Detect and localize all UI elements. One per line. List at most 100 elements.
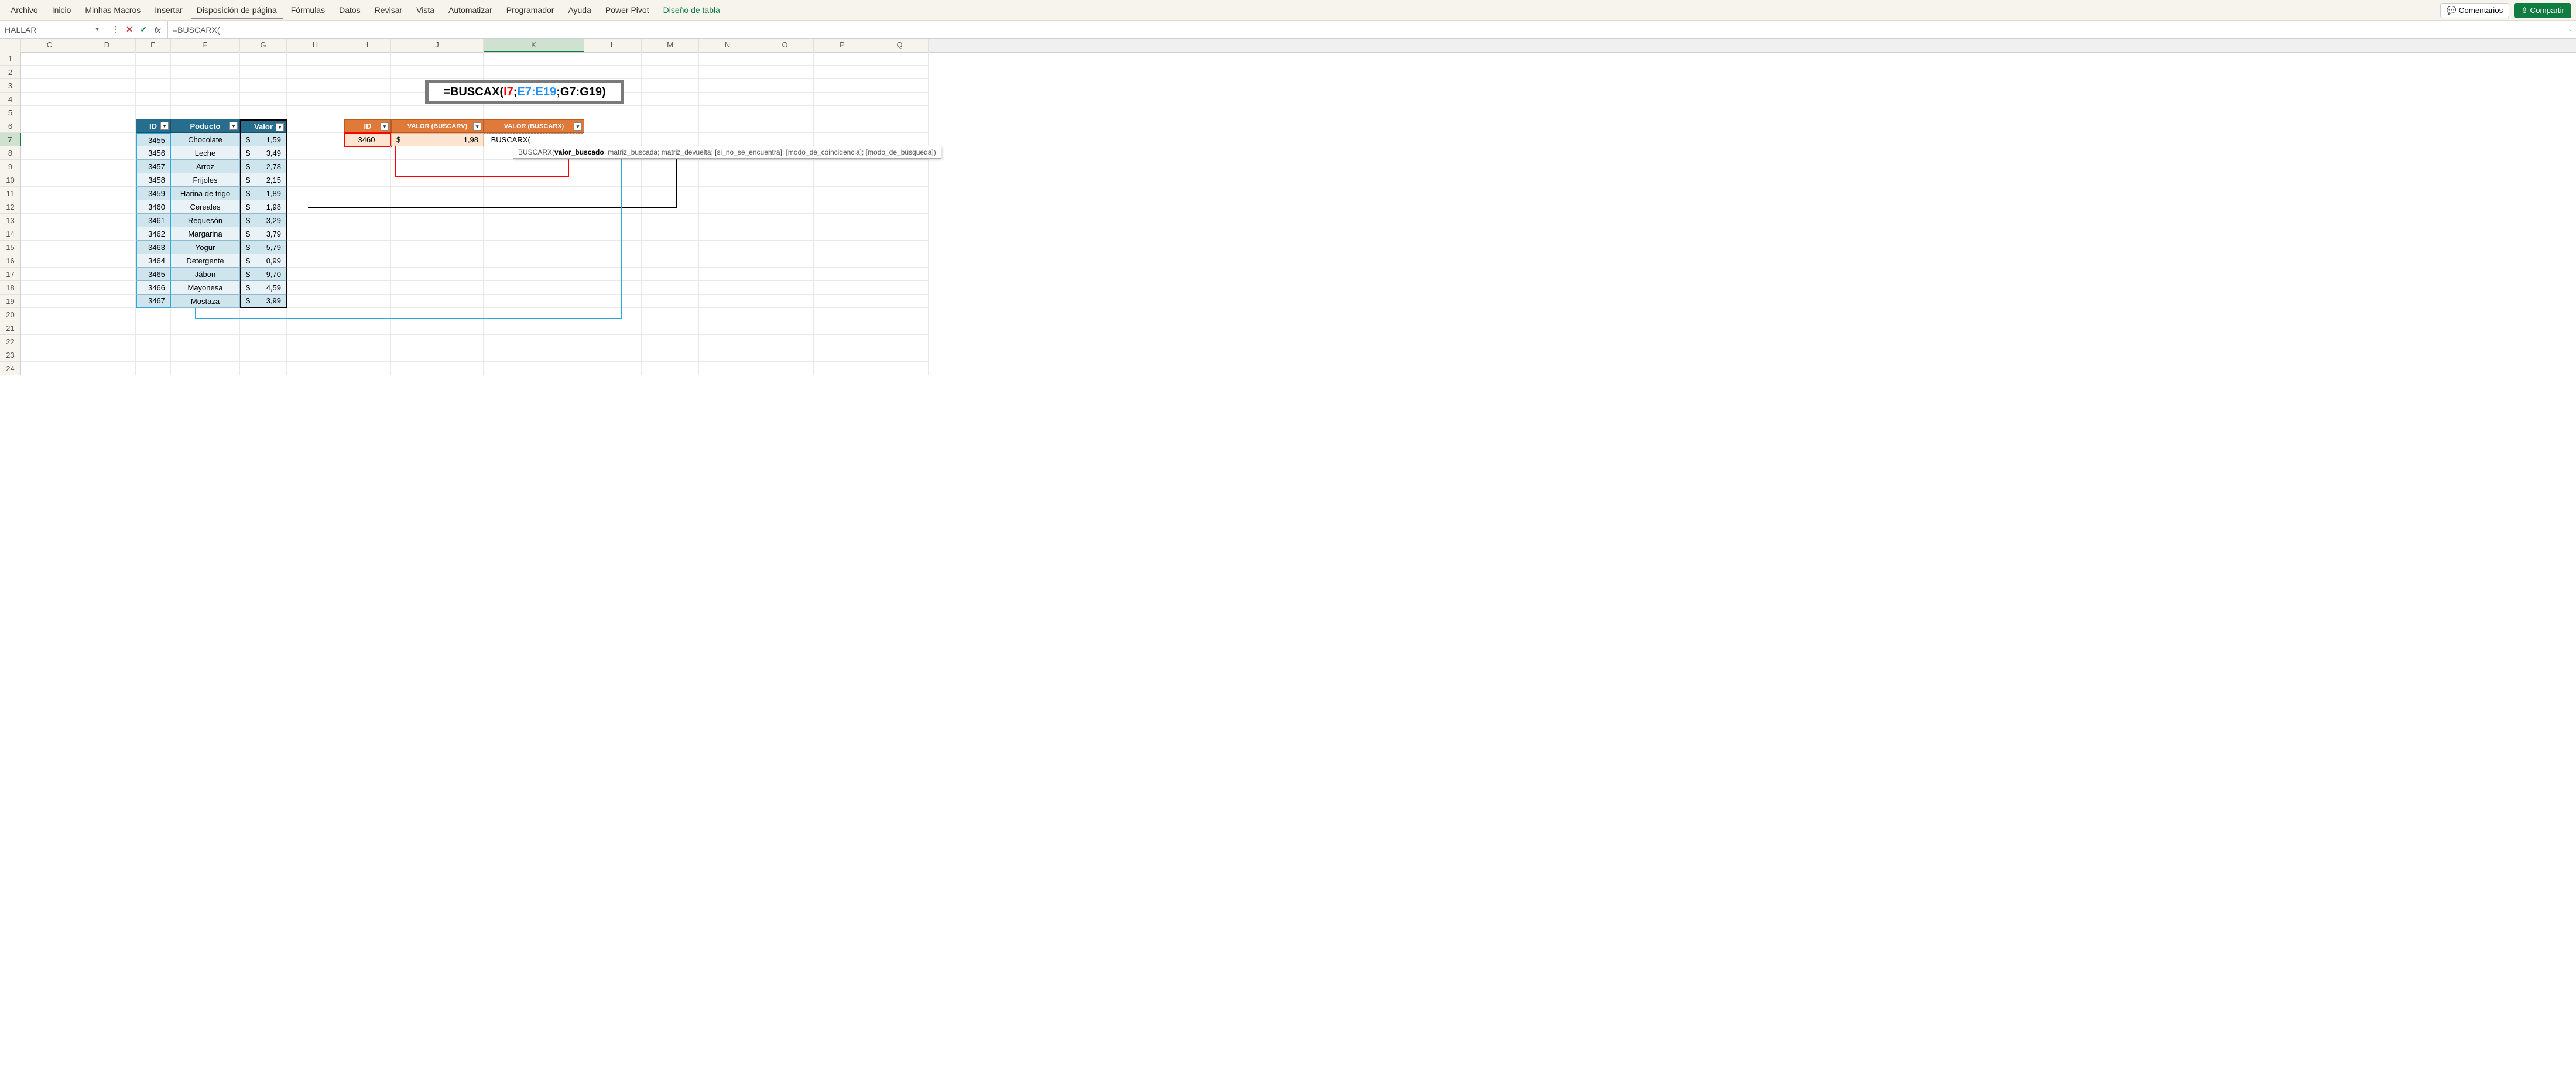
cell[interactable] [642,321,699,335]
cell[interactable]: $2,15 [240,173,287,187]
cell[interactable] [814,268,871,281]
cell[interactable] [756,52,814,66]
formula-expand-icon[interactable]: ⌄ [2564,26,2576,33]
cell[interactable] [78,160,136,173]
cell[interactable] [344,187,391,200]
cell[interactable] [391,295,484,308]
cell[interactable] [78,133,136,146]
cell[interactable] [344,321,391,335]
row-header[interactable]: 14 [0,227,21,241]
cell[interactable]: Mostaza [171,295,240,308]
cell[interactable] [699,227,756,241]
col-header[interactable]: C [21,39,78,52]
cell[interactable]: 3466 [136,281,171,295]
cell[interactable] [240,52,287,66]
cell[interactable] [21,335,78,348]
cell[interactable] [814,200,871,214]
name-box[interactable]: HALLAR ▼ [0,21,105,38]
cell[interactable] [287,295,344,308]
cell[interactable] [78,79,136,93]
cell[interactable] [814,133,871,146]
cell[interactable] [814,321,871,335]
cell[interactable]: Chocolate [171,133,240,146]
cell[interactable] [344,227,391,241]
cell[interactable] [484,268,584,281]
filter-icon[interactable]: ▾ [473,122,481,131]
cell[interactable]: 3458 [136,173,171,187]
cell[interactable] [240,106,287,119]
cell[interactable]: Jábon [171,268,240,281]
cell[interactable] [391,106,484,119]
cell[interactable] [814,52,871,66]
share-button[interactable]: ⇪ Compartir [2514,3,2571,18]
cell[interactable] [699,241,756,254]
cell[interactable] [484,254,584,268]
row-header[interactable]: 9 [0,160,21,173]
cell[interactable] [756,241,814,254]
cell[interactable] [871,281,929,295]
cell[interactable] [871,173,929,187]
row-header[interactable]: 5 [0,106,21,119]
cell[interactable] [699,214,756,227]
cell[interactable] [287,348,344,362]
cell[interactable] [391,241,484,254]
cell[interactable] [136,308,171,321]
cell[interactable] [287,281,344,295]
cell[interactable] [344,79,391,93]
cell[interactable] [756,268,814,281]
cell[interactable] [78,200,136,214]
cell[interactable] [871,321,929,335]
cell[interactable]: $1,59 [240,133,287,146]
cell[interactable] [871,187,929,200]
cell[interactable] [136,106,171,119]
row-header[interactable]: 12 [0,200,21,214]
cell[interactable] [584,227,642,241]
cell[interactable] [21,268,78,281]
cell[interactable] [484,160,584,173]
cell[interactable] [814,106,871,119]
cell[interactable] [642,79,699,93]
cell[interactable] [871,335,929,348]
row-header[interactable]: 19 [0,295,21,308]
cell[interactable] [287,106,344,119]
cell[interactable] [344,146,391,160]
cell[interactable]: Margarina [171,227,240,241]
cell[interactable]: Yogur [171,241,240,254]
cell[interactable] [642,295,699,308]
cell[interactable] [756,187,814,200]
cell[interactable] [391,227,484,241]
cell[interactable] [287,308,344,321]
cell[interactable]: $3,99 [240,295,287,308]
cell[interactable] [484,295,584,308]
ribbon-tab-diseño-de-tabla[interactable]: Diseño de tabla [657,2,726,19]
cell[interactable] [171,93,240,106]
cell[interactable] [756,295,814,308]
col-header[interactable]: M [642,39,699,52]
cell[interactable]: 3455 [136,133,171,146]
cell[interactable] [756,173,814,187]
cell[interactable] [391,254,484,268]
cell[interactable] [642,241,699,254]
cell[interactable] [484,214,584,227]
cell[interactable] [391,200,484,214]
cell[interactable] [21,200,78,214]
cell[interactable] [642,160,699,173]
cell[interactable] [391,281,484,295]
row-header[interactable]: 4 [0,93,21,106]
cell[interactable] [78,362,136,375]
cell[interactable] [642,133,699,146]
cell[interactable] [642,173,699,187]
cell[interactable] [756,308,814,321]
dots-icon[interactable]: ⋮ [109,23,122,36]
cell[interactable] [78,146,136,160]
cell[interactable]: 3461 [136,214,171,227]
cell[interactable]: Frijoles [171,173,240,187]
cell[interactable] [78,241,136,254]
cell[interactable] [21,52,78,66]
cell[interactable] [287,146,344,160]
cell[interactable]: Leche [171,146,240,160]
cell[interactable] [484,173,584,187]
cell[interactable] [391,52,484,66]
cell[interactable] [78,348,136,362]
cell[interactable] [136,321,171,335]
